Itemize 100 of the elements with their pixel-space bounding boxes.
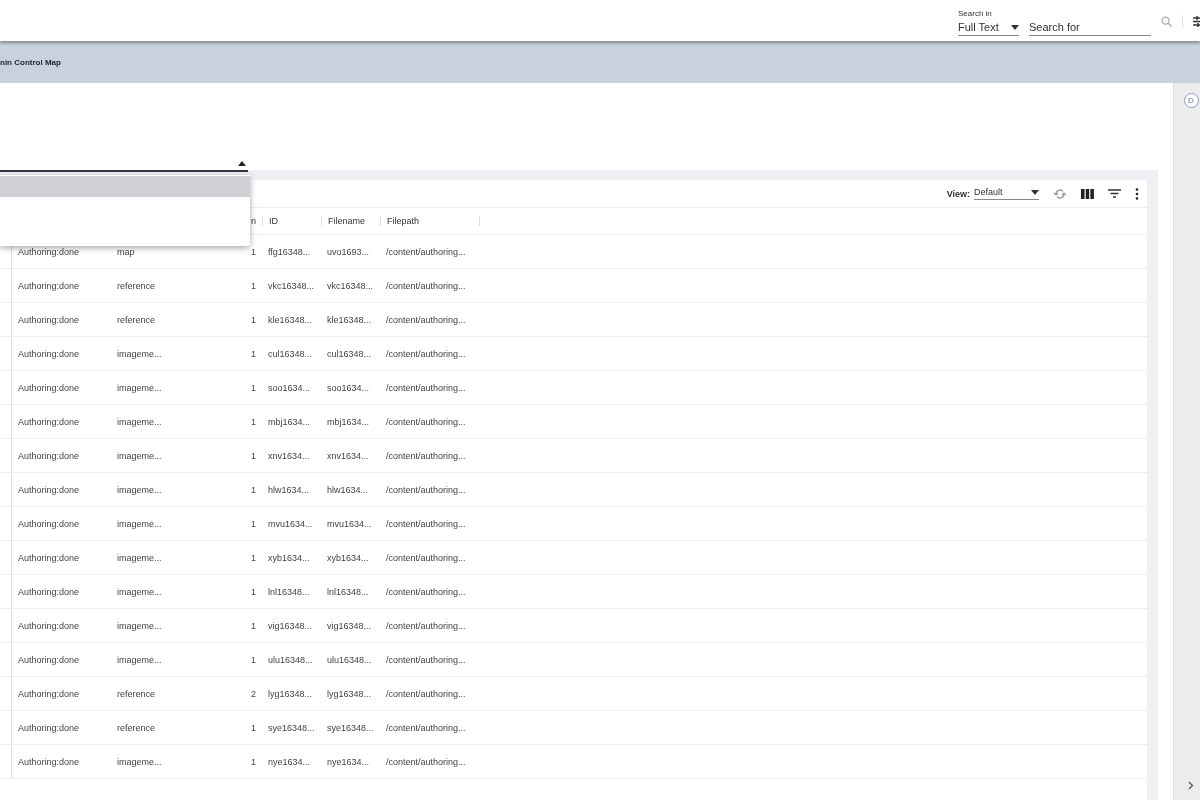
table-cell-text: 1	[250, 620, 257, 631]
table-cell-text: Authoring:done	[17, 688, 81, 699]
table-cell-text: /content/authoring...	[385, 654, 467, 665]
table-cell-text: vkc16348...	[326, 280, 375, 291]
table-cell-text: Authoring:done	[17, 314, 81, 325]
more-icon[interactable]	[1135, 187, 1139, 200]
table-cell-text: imageme...	[116, 416, 163, 427]
table-cell-text: vig16348...	[267, 620, 314, 631]
table-cell-text: imageme...	[116, 382, 163, 393]
table-cell-text: Authoring:done	[17, 382, 81, 393]
table-cell-text: 1	[250, 348, 257, 359]
table-cell-text: Authoring:done	[17, 756, 81, 767]
table-cell-text: Authoring:done	[17, 620, 81, 631]
table-cell-text: imageme...	[116, 484, 163, 495]
table-cell-text: 1	[250, 654, 257, 665]
table-cell-text: Authoring:done	[17, 450, 81, 461]
table-cell-text: reference	[116, 280, 157, 291]
table-cell-text: mvu1634...	[267, 518, 314, 529]
table-cell-text: imageme...	[116, 552, 163, 563]
table-cell-text: mvu1634...	[326, 518, 373, 529]
table-cell-text: reference	[116, 314, 157, 325]
search-field[interactable]: Search for	[1029, 21, 1151, 36]
table-cell-text: reference	[116, 688, 157, 699]
table-cell-text: Authoring:done	[17, 722, 81, 733]
chevron-right-icon[interactable]	[1188, 781, 1194, 790]
columns-icon[interactable]	[1081, 188, 1094, 199]
table-cell-text: 1	[250, 518, 257, 529]
table-cell-text: 1	[250, 382, 257, 393]
table-cell-text: ulu16348...	[267, 654, 314, 665]
user-avatar[interactable]: D	[1183, 93, 1199, 108]
table-cell-text: imageme...	[116, 620, 163, 631]
table-cell-text: Authoring:done	[17, 484, 81, 495]
table-cell-text: 1	[250, 484, 257, 495]
table-cell-text: 1	[250, 756, 257, 767]
column-header[interactable]: Filename	[321, 216, 380, 226]
table-cell-text: xyb1634...	[267, 552, 311, 563]
table-cell-text: mbj1634...	[326, 416, 371, 427]
search-in-label: Search in	[958, 9, 993, 18]
table-cell-text: hlw1634...	[326, 484, 370, 495]
table-cell-text: Authoring:done	[17, 348, 81, 359]
search-scope-select[interactable]: Full Text	[958, 21, 1019, 36]
table-cell-text: soo1634...	[267, 382, 312, 393]
table-cell-text: 1	[250, 450, 257, 461]
view-label: View:	[946, 188, 970, 199]
table-cell-text: reference	[116, 722, 157, 733]
table-cell-text: 1	[250, 416, 257, 427]
table-cell-text: 2	[250, 688, 257, 699]
table-cell-text: Authoring:done	[17, 586, 81, 597]
table-cell-text: /content/authoring...	[385, 382, 467, 393]
table-cell-text: kle16348...	[267, 314, 314, 325]
table-cell-text: xnv1634...	[326, 450, 370, 461]
view-select[interactable]: Default	[974, 187, 1039, 200]
table-cell-text: xyb1634...	[326, 552, 370, 563]
table-cell-text: hlw1634...	[267, 484, 311, 495]
table-cell-text: lnl16348...	[326, 586, 370, 597]
banner-title: nin Control Map	[0, 57, 61, 67]
table-cell-text: /content/authoring...	[385, 620, 467, 631]
table-cell-text: vig16348...	[326, 620, 373, 631]
table-cell-text: /content/authoring...	[385, 280, 467, 291]
table-cell-text: Authoring:done	[17, 654, 81, 665]
table-cell-text: lyg16348...	[326, 688, 373, 699]
table-cell-text: /content/authoring...	[385, 722, 467, 733]
table-cell-text: kle16348...	[326, 314, 373, 325]
table-cell-text: Authoring:done	[17, 416, 81, 427]
table-cell-text: /content/authoring...	[385, 586, 467, 597]
table-cell-text: /content/authoring...	[385, 348, 467, 359]
table-cell-text: /content/authoring...	[385, 314, 467, 325]
table-cell-text: /content/authoring...	[385, 688, 467, 699]
table-cell-text: ffg16348...	[267, 246, 312, 257]
table-cell-text: 1	[250, 314, 257, 325]
table-cell-text: map	[116, 246, 136, 257]
table-cell-text: uvo1693...	[326, 246, 371, 257]
column-header[interactable]: ID	[262, 216, 321, 226]
table-cell-text: /content/authoring...	[385, 518, 467, 529]
table-cell-text: nye1634...	[267, 756, 312, 767]
table-cell-text: soo1634...	[326, 382, 371, 393]
table-cell-text: 1	[250, 722, 257, 733]
filter-icon[interactable]	[1108, 189, 1121, 198]
table-cell-text: imageme...	[116, 450, 163, 461]
table-cell-text: lyg16348...	[267, 688, 314, 699]
table-cell-text: /content/authoring...	[385, 552, 467, 563]
table-cell-text: 1	[250, 552, 257, 563]
table-cell-text: Authoring:done	[17, 280, 81, 291]
table-cell-text: /content/authoring...	[385, 484, 467, 495]
table-cell-text: 1	[250, 280, 257, 291]
table-cell-text: /content/authoring...	[385, 246, 467, 257]
table-cell-text: Authoring:done	[17, 552, 81, 563]
table-cell-text: 1	[250, 586, 257, 597]
table-cell-text: sye16348...	[326, 722, 375, 733]
caret-icon	[238, 160, 246, 166]
table-cell-text: imageme...	[116, 348, 163, 359]
table-cell-text: mbj1634...	[267, 416, 312, 427]
table-cell-text: vkc16348...	[267, 280, 316, 291]
refresh-icon[interactable]	[1053, 187, 1067, 200]
column-header[interactable]: Filepath	[380, 216, 479, 226]
caret-icon	[1031, 189, 1039, 195]
table-cell-text: ulu16348...	[326, 654, 373, 665]
table-cell-text: Authoring:done	[17, 246, 81, 257]
table-cell-text: imageme...	[116, 586, 163, 597]
table-cell-text: sye16348...	[267, 722, 316, 733]
